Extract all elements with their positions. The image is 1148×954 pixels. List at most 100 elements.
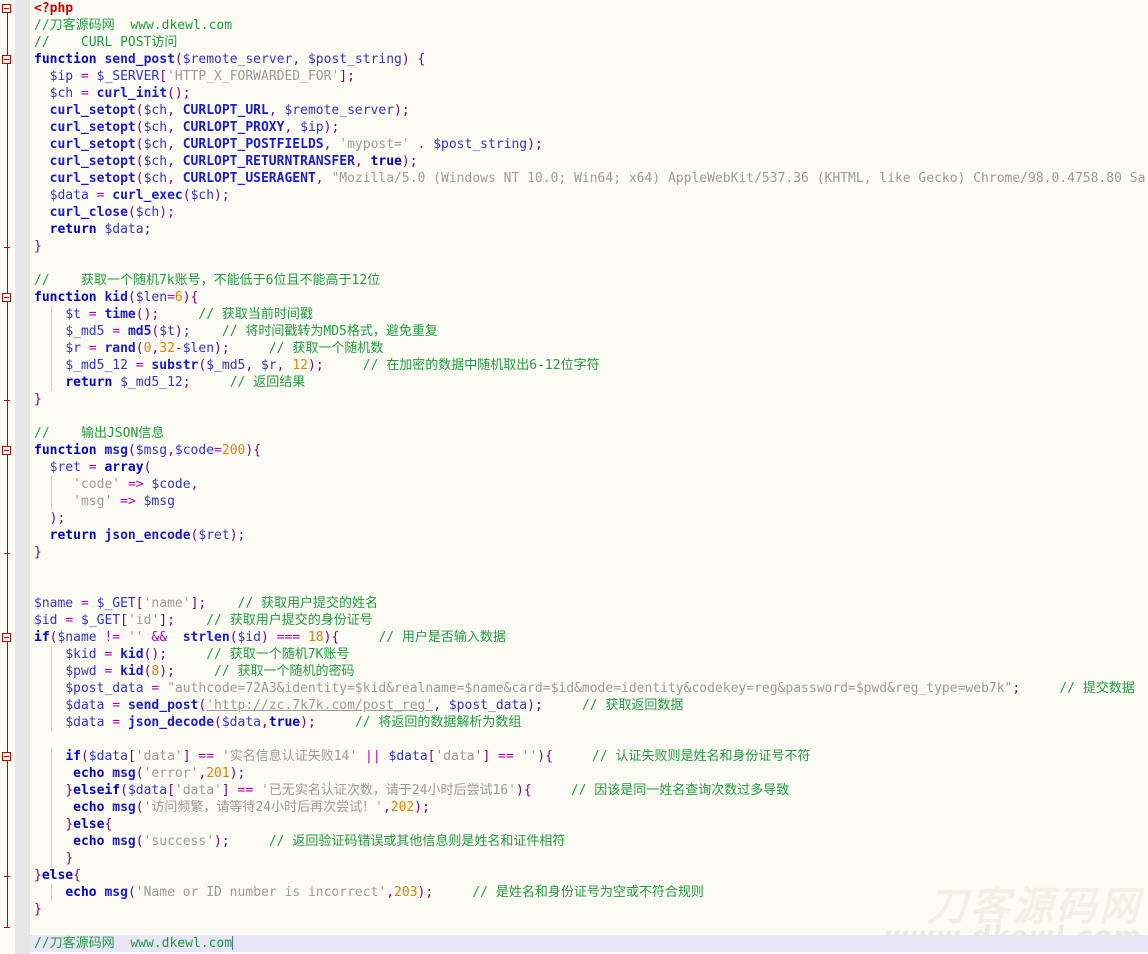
code-line-text: ); <box>49 511 66 526</box>
code-line[interactable]: $pwd = kid(8); // 获取一个随机的密码 <box>0 663 1148 680</box>
code-line[interactable]: $ch = curl_init(); <box>0 85 1148 102</box>
fold-collapse-button[interactable] <box>2 633 11 642</box>
code-line-text: echo msg('访问频繁，请等待24小时后再次尝试！',202); <box>73 800 430 815</box>
code-line-text: 'code' => $code, <box>73 477 199 492</box>
indent-guide <box>51 833 53 850</box>
code-line[interactable] <box>0 408 1148 425</box>
code-line-text: curl_setopt($ch, CURLOPT_PROXY, $ip); <box>49 120 340 135</box>
fold-collapse-button[interactable] <box>2 752 11 761</box>
code-line[interactable]: $data = curl_exec($ch); <box>0 187 1148 204</box>
indent-guide <box>51 646 53 663</box>
fold-collapse-button[interactable] <box>2 4 11 13</box>
code-line-text: //刀客源码网 www.dkewl.com <box>34 18 233 33</box>
indent-guide <box>51 323 53 340</box>
code-line-text: $ret = array( <box>49 460 152 475</box>
code-line[interactable]: if($data['data'] == '实名信息认证失败14' || $dat… <box>0 748 1148 765</box>
code-line[interactable]: function msg($msg,$code=200){ <box>0 442 1148 459</box>
code-line[interactable]: echo msg('success'); // 返回验证码错误或其他信息则是姓名… <box>0 833 1148 850</box>
code-line[interactable]: echo msg('error',201); <box>0 765 1148 782</box>
indent-guide <box>51 765 53 782</box>
code-line[interactable]: } <box>0 901 1148 918</box>
code-line-text: echo msg('Name or ID number is incorrect… <box>65 885 704 900</box>
code-line[interactable]: $_md5 = md5($t); // 将时间戳转为MD5格式，避免重复 <box>0 323 1148 340</box>
code-line[interactable]: $_md5_12 = substr($_md5, $r, 12); // 在加密… <box>0 357 1148 374</box>
code-line[interactable]: // 获取一个随机7k账号，不能低于6位且不能高于12位 <box>0 272 1148 289</box>
code-line[interactable]: curl_setopt($ch, CURLOPT_USERAGENT, "Moz… <box>0 170 1148 187</box>
code-line[interactable]: // 输出JSON信息 <box>0 425 1148 442</box>
code-line[interactable]: }else{ <box>0 867 1148 884</box>
code-line[interactable] <box>0 255 1148 272</box>
code-line[interactable]: //刀客源码网 www.dkewl.com <box>0 17 1148 34</box>
code-line-text: echo msg('error',201); <box>73 766 246 781</box>
code-line[interactable] <box>0 578 1148 595</box>
code-line[interactable]: return $_md5_12; // 返回结果 <box>0 374 1148 391</box>
code-line[interactable]: $ret = array( <box>0 459 1148 476</box>
fold-collapse-button[interactable] <box>2 446 11 455</box>
code-line[interactable]: curl_close($ch); <box>0 204 1148 221</box>
code-line-text: }else{ <box>65 817 113 832</box>
code-line-text: $pwd = kid(8); // 获取一个随机的密码 <box>65 664 355 679</box>
code-line[interactable]: function kid($len=6){ <box>0 289 1148 306</box>
fold-collapse-button[interactable] <box>2 55 11 64</box>
code-line-text: } <box>65 851 74 866</box>
code-line[interactable]: return json_encode($ret); <box>0 527 1148 544</box>
code-line[interactable]: echo msg('访问频繁，请等待24小时后再次尝试！',202); <box>0 799 1148 816</box>
folding-gutter[interactable] <box>0 0 30 954</box>
code-line[interactable]: $t = time(); // 获取当前时间戳 <box>0 306 1148 323</box>
code-line[interactable]: if($name != '' && strlen($id) === 18){ /… <box>0 629 1148 646</box>
code-line[interactable] <box>0 561 1148 578</box>
code-line[interactable]: }else{ <box>0 816 1148 833</box>
code-line-text: } <box>34 545 42 560</box>
code-line[interactable]: }elseif($data['data'] == '已无实名认证次数，请于24小… <box>0 782 1148 799</box>
code-line[interactable]: $data = json_decode($data,true); // 将返回的… <box>0 714 1148 731</box>
code-line[interactable]: $name = $_GET['name']; // 获取用户提交的姓名 <box>0 595 1148 612</box>
code-line[interactable]: } <box>0 391 1148 408</box>
text-caret <box>232 936 234 950</box>
code-line[interactable]: $r = rand(0,32-$len); // 获取一个随机数 <box>0 340 1148 357</box>
code-line[interactable]: 'msg' => $msg <box>0 493 1148 510</box>
code-line-text: $data = json_decode($data,true); // 将返回的… <box>65 715 522 730</box>
code-line[interactable]: //刀客源码网 www.dkewl.com <box>0 935 1148 952</box>
code-line[interactable]: curl_setopt($ch, CURLOPT_RETURNTRANSFER,… <box>0 153 1148 170</box>
code-line[interactable] <box>0 918 1148 935</box>
code-line[interactable]: $kid = kid(); // 获取一个随机7K账号 <box>0 646 1148 663</box>
code-line-text: // 输出JSON信息 <box>34 426 165 441</box>
indent-guide <box>51 357 53 374</box>
code-line[interactable]: return $data; <box>0 221 1148 238</box>
fold-region-end-marker <box>4 876 10 877</box>
code-content[interactable]: <?php //刀客源码网 www.dkewl.com // CURL POST访问… <box>0 0 1148 954</box>
code-line[interactable]: echo msg('Name or ID number is incorrect… <box>0 884 1148 901</box>
code-line[interactable]: $post_data = "authcode=72A3&identity=$ki… <box>0 680 1148 697</box>
code-line[interactable] <box>0 731 1148 748</box>
code-line[interactable]: function send_post($remote_server, $post… <box>0 51 1148 68</box>
code-line-text: } <box>34 902 42 917</box>
code-line-text: if($name != '' && strlen($id) === 18){ /… <box>34 630 506 645</box>
code-line[interactable]: curl_setopt($ch, CURLOPT_URL, $remote_se… <box>0 102 1148 119</box>
code-line[interactable]: <?php <box>0 0 1148 17</box>
code-line-text: curl_setopt($ch, CURLOPT_USERAGENT, "Moz… <box>49 171 1146 186</box>
fold-collapse-button[interactable] <box>2 293 11 302</box>
indent-guide <box>51 476 53 493</box>
code-line-text: curl_close($ch); <box>49 205 175 220</box>
code-line[interactable]: // CURL POST访问 <box>0 34 1148 51</box>
code-line-text: // 获取一个随机7k账号，不能低于6位且不能高于12位 <box>34 273 381 288</box>
code-line[interactable]: curl_setopt($ch, CURLOPT_POSTFIELDS, 'my… <box>0 136 1148 153</box>
code-line-text: <?php <box>34 1 74 16</box>
fold-region-end-marker <box>4 927 10 928</box>
code-editor[interactable]: 刀客源码网 www.dkewl.com <?php//刀客源码网 www.dke… <box>0 0 1148 954</box>
code-line[interactable]: } <box>0 850 1148 867</box>
code-line[interactable]: 'code' => $code, <box>0 476 1148 493</box>
code-line[interactable]: curl_setopt($ch, CURLOPT_PROXY, $ip); <box>0 119 1148 136</box>
code-line[interactable]: } <box>0 544 1148 561</box>
fold-rail <box>7 4 8 927</box>
gutter-strip <box>15 0 30 954</box>
code-line-text: $_md5 = md5($t); // 将时间戳转为MD5格式，避免重复 <box>65 324 438 339</box>
code-line-text: function send_post($remote_server, $post… <box>34 52 426 67</box>
code-line[interactable]: $id = $_GET['id']; // 获取用户提交的身份证号 <box>0 612 1148 629</box>
code-line-text: $ch = curl_init(); <box>49 86 191 101</box>
code-line[interactable]: $data = send_post('http://zc.7k7k.com/po… <box>0 697 1148 714</box>
code-line[interactable]: } <box>0 238 1148 255</box>
code-line[interactable]: $ip = $_SERVER['HTTP_X_FORWARDED_FOR']; <box>0 68 1148 85</box>
code-line[interactable]: ); <box>0 510 1148 527</box>
